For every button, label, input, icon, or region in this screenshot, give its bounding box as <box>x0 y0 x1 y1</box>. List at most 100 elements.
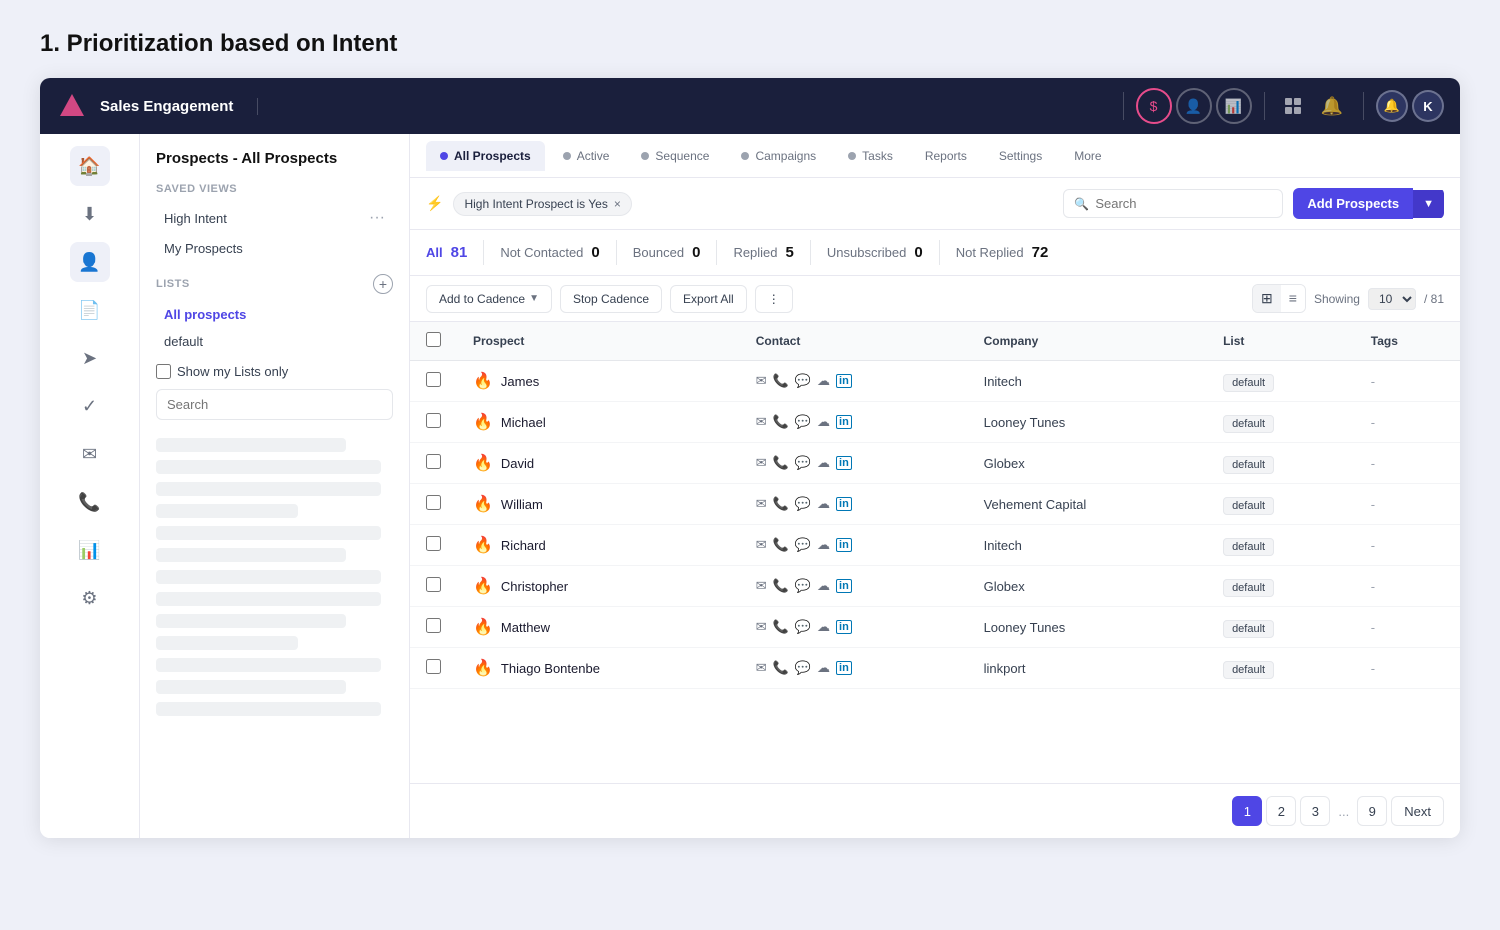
tab-5[interactable]: Tasks <box>834 141 907 171</box>
sidebar-prospects[interactable]: 👤 <box>70 242 110 282</box>
cloud-icon-5[interactable]: ☁ <box>817 578 830 594</box>
add-to-cadence-button[interactable]: Add to Cadence ▼ <box>426 285 552 313</box>
email-icon-5[interactable]: ✉ <box>756 578 767 594</box>
user-avatar[interactable]: K <box>1412 90 1444 122</box>
stat-bounced[interactable]: Bounced 0 <box>617 240 718 265</box>
linkedin-icon-3[interactable]: in <box>836 497 852 511</box>
sms-icon-2[interactable]: 💬 <box>795 455 811 471</box>
page-3-button[interactable]: 3 <box>1300 796 1330 826</box>
phone-icon-7[interactable]: 📞 <box>773 660 789 676</box>
phone-icon-1[interactable]: 📞 <box>773 414 789 430</box>
user-icon-btn[interactable]: 👤 <box>1176 88 1212 124</box>
tab-6[interactable]: Reports <box>911 141 981 171</box>
add-prospects-dropdown-button[interactable]: ▼ <box>1413 190 1444 218</box>
page-9-button[interactable]: 9 <box>1357 796 1387 826</box>
tab-1[interactable]: All Prospects <box>426 141 545 171</box>
dollar-icon-btn[interactable]: $ <box>1136 88 1172 124</box>
prospect-name-text-2[interactable]: David <box>501 456 534 471</box>
phone-icon-5[interactable]: 📞 <box>773 578 789 594</box>
lists-add-button[interactable]: + <box>373 274 393 294</box>
linkedin-icon-0[interactable]: in <box>836 374 852 388</box>
list-all-prospects[interactable]: All prospects <box>156 302 393 327</box>
select-all-checkbox[interactable] <box>426 332 441 347</box>
cloud-icon-0[interactable]: ☁ <box>817 373 830 389</box>
sms-icon-0[interactable]: 💬 <box>795 373 811 389</box>
saved-view-high-intent-dots[interactable]: ··· <box>369 209 385 227</box>
stat-all[interactable]: All 81 <box>426 240 484 265</box>
prospect-name-text-3[interactable]: William <box>501 497 543 512</box>
filter-tag-close[interactable]: × <box>614 197 621 211</box>
sidebar-documents[interactable]: 📄 <box>70 290 110 330</box>
bell-icon[interactable]: 🔔 <box>1321 96 1343 117</box>
row-checkbox-2[interactable] <box>426 454 441 469</box>
row-checkbox-4[interactable] <box>426 536 441 551</box>
email-icon-4[interactable]: ✉ <box>756 537 767 553</box>
sidebar-mail[interactable]: ✉ <box>70 434 110 474</box>
show-my-lists-checkbox[interactable] <box>156 364 171 379</box>
cloud-icon-7[interactable]: ☁ <box>817 660 830 676</box>
sidebar-download[interactable]: ⬇ <box>70 194 110 234</box>
cloud-icon-4[interactable]: ☁ <box>817 537 830 553</box>
phone-icon-3[interactable]: 📞 <box>773 496 789 512</box>
email-icon-6[interactable]: ✉ <box>756 619 767 635</box>
stat-not-replied[interactable]: Not Replied 72 <box>940 240 1065 265</box>
sms-icon-4[interactable]: 💬 <box>795 537 811 553</box>
sidebar-settings[interactable]: ⚙ <box>70 578 110 618</box>
export-all-button[interactable]: Export All <box>670 285 747 313</box>
list-view-button[interactable]: ≡ <box>1281 285 1305 312</box>
showing-per-page-select[interactable]: 10 25 50 <box>1368 288 1416 310</box>
linkedin-icon-7[interactable]: in <box>836 661 852 675</box>
prospect-name-text-1[interactable]: Michael <box>501 415 546 430</box>
list-default[interactable]: default <box>156 329 393 354</box>
linkedin-icon-5[interactable]: in <box>836 579 852 593</box>
row-checkbox-5[interactable] <box>426 577 441 592</box>
sidebar-tasks[interactable]: ✓ <box>70 386 110 426</box>
email-icon-1[interactable]: ✉ <box>756 414 767 430</box>
cloud-icon-1[interactable]: ☁ <box>817 414 830 430</box>
prospect-name-text-0[interactable]: James <box>501 374 539 389</box>
sms-icon-3[interactable]: 💬 <box>795 496 811 512</box>
cloud-icon-6[interactable]: ☁ <box>817 619 830 635</box>
sms-icon-5[interactable]: 💬 <box>795 578 811 594</box>
tab-3[interactable]: Sequence <box>627 141 723 171</box>
notification-avatar[interactable]: 🔔 <box>1376 90 1408 122</box>
stat-not-contacted[interactable]: Not Contacted 0 <box>484 240 616 265</box>
list-search-input[interactable] <box>156 389 393 420</box>
sidebar-phone[interactable]: 📞 <box>70 482 110 522</box>
email-icon-2[interactable]: ✉ <box>756 455 767 471</box>
sidebar-analytics[interactable]: 📊 <box>70 530 110 570</box>
prospect-name-text-7[interactable]: Thiago Bontenbe <box>501 661 600 676</box>
cloud-icon-2[interactable]: ☁ <box>817 455 830 471</box>
row-checkbox-0[interactable] <box>426 372 441 387</box>
email-icon-0[interactable]: ✉ <box>756 373 767 389</box>
page-next-button[interactable]: Next <box>1391 796 1444 826</box>
filter-icon[interactable]: ⚡ <box>426 195 443 212</box>
stat-unsubscribed[interactable]: Unsubscribed 0 <box>811 240 940 265</box>
linkedin-icon-4[interactable]: in <box>836 538 852 552</box>
phone-icon-6[interactable]: 📞 <box>773 619 789 635</box>
grid-view-button[interactable]: ⊞ <box>1253 285 1281 312</box>
saved-view-my-prospects[interactable]: My Prospects <box>156 235 393 262</box>
sidebar-send[interactable]: ➤ <box>70 338 110 378</box>
linkedin-icon-2[interactable]: in <box>836 456 852 470</box>
more-actions-button[interactable]: ⋮ <box>755 285 793 313</box>
linkedin-icon-1[interactable]: in <box>836 415 852 429</box>
prospect-name-text-4[interactable]: Richard <box>501 538 546 553</box>
page-1-button[interactable]: 1 <box>1232 796 1262 826</box>
sms-icon-6[interactable]: 💬 <box>795 619 811 635</box>
stop-cadence-button[interactable]: Stop Cadence <box>560 285 662 313</box>
row-checkbox-1[interactable] <box>426 413 441 428</box>
page-2-button[interactable]: 2 <box>1266 796 1296 826</box>
add-prospects-main-button[interactable]: Add Prospects <box>1293 188 1413 219</box>
linkedin-icon-6[interactable]: in <box>836 620 852 634</box>
prospect-name-text-6[interactable]: Matthew <box>501 620 550 635</box>
row-checkbox-6[interactable] <box>426 618 441 633</box>
row-checkbox-7[interactable] <box>426 659 441 674</box>
saved-view-high-intent[interactable]: High Intent ··· <box>156 203 393 233</box>
prospect-name-text-5[interactable]: Christopher <box>501 579 568 594</box>
cloud-icon-3[interactable]: ☁ <box>817 496 830 512</box>
grid-icon[interactable] <box>1285 98 1301 114</box>
email-icon-3[interactable]: ✉ <box>756 496 767 512</box>
row-checkbox-3[interactable] <box>426 495 441 510</box>
prospect-search-input[interactable] <box>1095 196 1272 211</box>
